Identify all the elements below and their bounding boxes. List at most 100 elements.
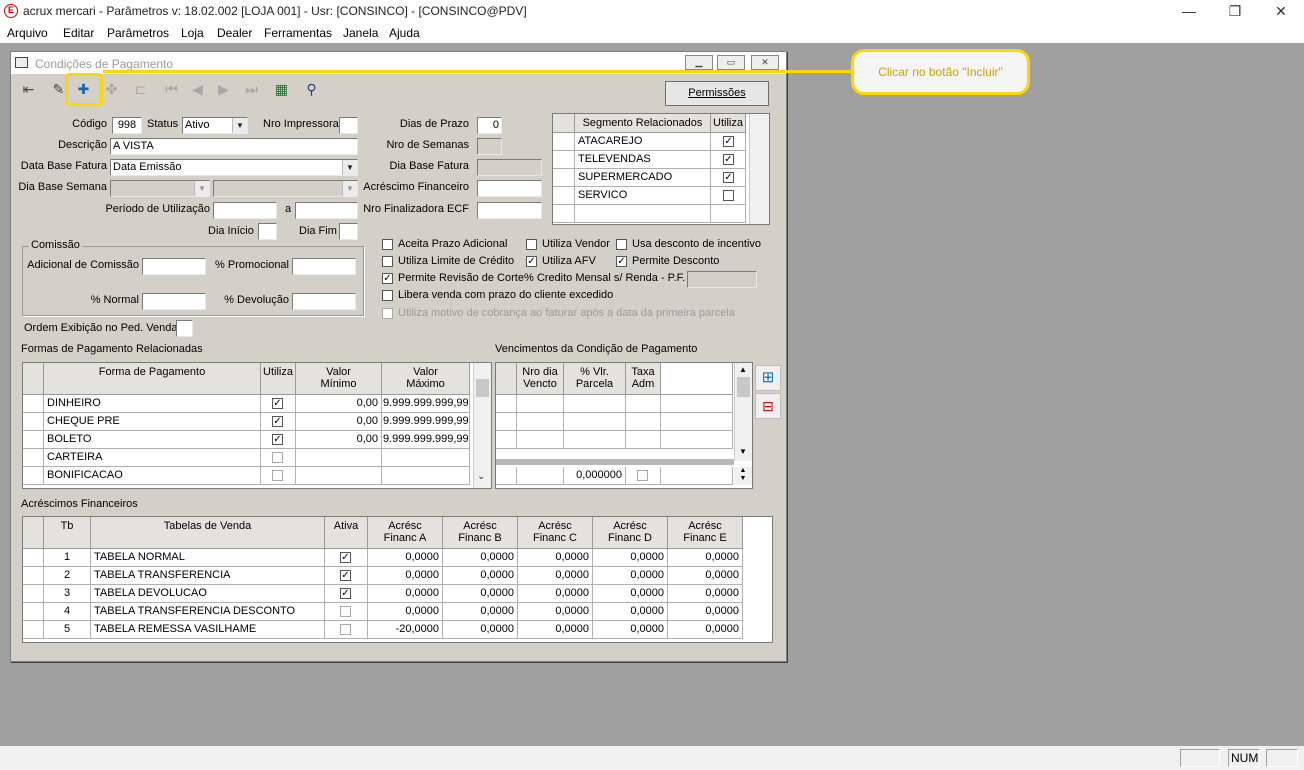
table-row[interactable] <box>553 205 746 223</box>
close-button[interactable]: ✕ <box>1258 0 1304 23</box>
table-row[interactable]: BOLETO ✓ 0,00 9.999.999.999,99 <box>23 431 491 449</box>
table-row[interactable]: CHEQUE PRE ✓ 0,00 9.999.999.999,99 <box>23 413 491 431</box>
menu-editar[interactable]: Editar <box>63 26 94 40</box>
binoculars-icon[interactable]: ⚲ <box>299 78 324 103</box>
utiliza-checkbox[interactable]: ✓ <box>272 398 283 409</box>
table-row[interactable]: SERVICO <box>553 187 746 205</box>
table-row[interactable]: 4 TABELA TRANSFERENCIA DESCONTO 0,0000 0,00… <box>23 603 772 621</box>
credito-mensal-field[interactable] <box>687 271 757 288</box>
menu-dealer[interactable]: Dealer <box>217 26 252 40</box>
utiliza-checkbox[interactable] <box>272 452 283 463</box>
tabela-cell: TABELA TRANSFERENCIA DESCONTO <box>91 603 325 621</box>
scrollbar[interactable]: ▲ ▼ <box>734 363 752 461</box>
periodo-fim-field[interactable] <box>295 202 358 219</box>
scrollbar[interactable]: ⌄ <box>473 363 491 488</box>
table-row[interactable]: CARTEIRA <box>23 449 491 467</box>
adicional-comissao-field[interactable] <box>142 258 206 275</box>
spinner-icon[interactable]: ▲ ▼ <box>734 467 752 485</box>
scrollbar[interactable] <box>749 114 769 224</box>
dia-inicio-field[interactable] <box>258 223 277 240</box>
menu-ajuda[interactable]: Ajuda <box>389 26 420 40</box>
scrollbar-thumb[interactable] <box>737 377 750 397</box>
data-base-fatura-select[interactable]: Data Emissão ▼ <box>110 159 358 176</box>
status-select[interactable]: Ativo ▼ <box>182 117 248 134</box>
dia-base-semana-select-2[interactable]: ▼ <box>213 180 358 197</box>
ativa-checkbox[interactable] <box>340 624 351 635</box>
ativa-checkbox[interactable]: ✓ <box>340 552 351 563</box>
menu-ferramentas[interactable]: Ferramentas <box>264 26 332 40</box>
utiliza-afv-checkbox[interactable]: ✓ <box>526 256 537 267</box>
remove-vencimento-icon[interactable]: ⊟ <box>755 393 781 419</box>
utiliza-limite-checkbox[interactable] <box>382 256 393 267</box>
table-row[interactable]: DINHEIRO ✓ 0,00 9.999.999.999,99 <box>23 395 491 413</box>
next-record-icon[interactable]: ▶ <box>211 78 236 103</box>
nro-finalizadora-field[interactable] <box>477 202 542 219</box>
nro-semanas-field[interactable] <box>477 138 502 155</box>
aceita-prazo-checkbox[interactable] <box>382 239 393 250</box>
taxa-adm-checkbox[interactable] <box>637 470 648 481</box>
table-row[interactable]: BONIFICACAO <box>23 467 491 485</box>
menu-janela[interactable]: Janela <box>343 26 378 40</box>
table-row[interactable]: ATACAREJO ✓ <box>553 133 746 151</box>
utiliza-checkbox[interactable]: ✓ <box>272 416 283 427</box>
utiliza-vendor-checkbox[interactable] <box>526 239 537 250</box>
table-row[interactable]: 5 TABELA REMESSA VASILHAME -20,0000 0,0000 0… <box>23 621 772 639</box>
percent-normal-field[interactable] <box>142 293 206 310</box>
dia-fim-field[interactable] <box>339 223 358 240</box>
acrescimo-financeiro-field[interactable] <box>477 180 542 197</box>
table-row[interactable] <box>496 431 752 449</box>
window-minimize-button[interactable]: ▁ <box>685 55 713 70</box>
prev-record-icon[interactable]: ◀ <box>185 78 210 103</box>
table-row[interactable]: 3 TABELA DEVOLUCAO ✓ 0,0000 0,0000 0,0000 0,00… <box>23 585 772 603</box>
utiliza-checkbox[interactable] <box>723 190 734 201</box>
ativa-checkbox[interactable]: ✓ <box>340 588 351 599</box>
menu-loja[interactable]: Loja <box>181 26 204 40</box>
add-vencimento-icon[interactable]: ⊞ <box>755 365 781 391</box>
permite-desconto-checkbox[interactable]: ✓ <box>616 256 627 267</box>
table-row[interactable] <box>496 413 752 431</box>
window-close-button[interactable]: ✕ <box>751 55 779 70</box>
ativa-checkbox[interactable]: ✓ <box>340 570 351 581</box>
libera-venda-checkbox[interactable] <box>382 290 393 301</box>
table-row[interactable]: TELEVENDAS ✓ <box>553 151 746 169</box>
cancel-icon[interactable]: ⊏ <box>128 78 153 103</box>
utiliza-checkbox[interactable] <box>272 470 283 481</box>
usa-desconto-checkbox[interactable] <box>616 239 627 250</box>
chevron-down-icon[interactable]: ⌄ <box>477 471 485 482</box>
dia-base-fatura-field[interactable] <box>477 159 542 176</box>
spreadsheet-icon[interactable]: ▦ <box>269 78 294 103</box>
table-row[interactable]: 2 TABELA TRANSFERENCIA ✓ 0,0000 0,0000 0,0000… <box>23 567 772 585</box>
financ-d-header-line2: Financ D <box>607 532 653 544</box>
table-row[interactable]: 1 TABELA NORMAL ✓ 0,0000 0,0000 0,0000 0,0000 0… <box>23 549 772 567</box>
scroll-down-icon[interactable]: ▼ <box>739 447 747 456</box>
periodo-inicio-field[interactable] <box>213 202 277 219</box>
motivo-cobranca-checkbox[interactable] <box>382 308 393 319</box>
promocional-field[interactable] <box>292 258 356 275</box>
permite-revisao-checkbox[interactable]: ✓ <box>382 273 393 284</box>
dia-base-semana-select[interactable]: ▼ <box>110 180 210 197</box>
minimize-button[interactable]: — <box>1166 0 1212 23</box>
utiliza-checkbox[interactable]: ✓ <box>723 154 734 165</box>
scroll-up-icon[interactable]: ▲ <box>739 365 747 374</box>
devolucao-field[interactable] <box>292 293 356 310</box>
ativa-checkbox[interactable] <box>340 606 351 617</box>
window-restore-button[interactable]: ▭ <box>717 55 745 70</box>
table-row[interactable] <box>496 395 752 413</box>
ordem-exibicao-field[interactable] <box>176 320 193 337</box>
descricao-field[interactable]: A VISTA <box>110 138 358 155</box>
dias-prazo-field[interactable]: 0 <box>477 117 502 134</box>
maximize-button[interactable]: ❐ <box>1212 0 1258 23</box>
menu-parametros[interactable]: Parâmetros <box>107 26 169 40</box>
menu-arquivo[interactable]: Arquivo <box>7 26 48 40</box>
utiliza-checkbox[interactable]: ✓ <box>723 136 734 147</box>
scrollbar-thumb[interactable] <box>476 379 489 397</box>
permissoes-button[interactable]: Permissões <box>665 81 769 106</box>
first-record-icon[interactable]: ⏮ <box>159 78 184 103</box>
permite-desconto-label: Permite Desconto <box>632 255 720 267</box>
utiliza-checkbox[interactable]: ✓ <box>723 172 734 183</box>
utiliza-checkbox[interactable]: ✓ <box>272 434 283 445</box>
codigo-field[interactable]: 998 <box>112 117 142 134</box>
table-row[interactable]: SUPERMERCADO ✓ <box>553 169 746 187</box>
last-record-icon[interactable]: ⏭ <box>239 78 264 103</box>
exit-icon[interactable]: ⇤ <box>16 78 41 103</box>
